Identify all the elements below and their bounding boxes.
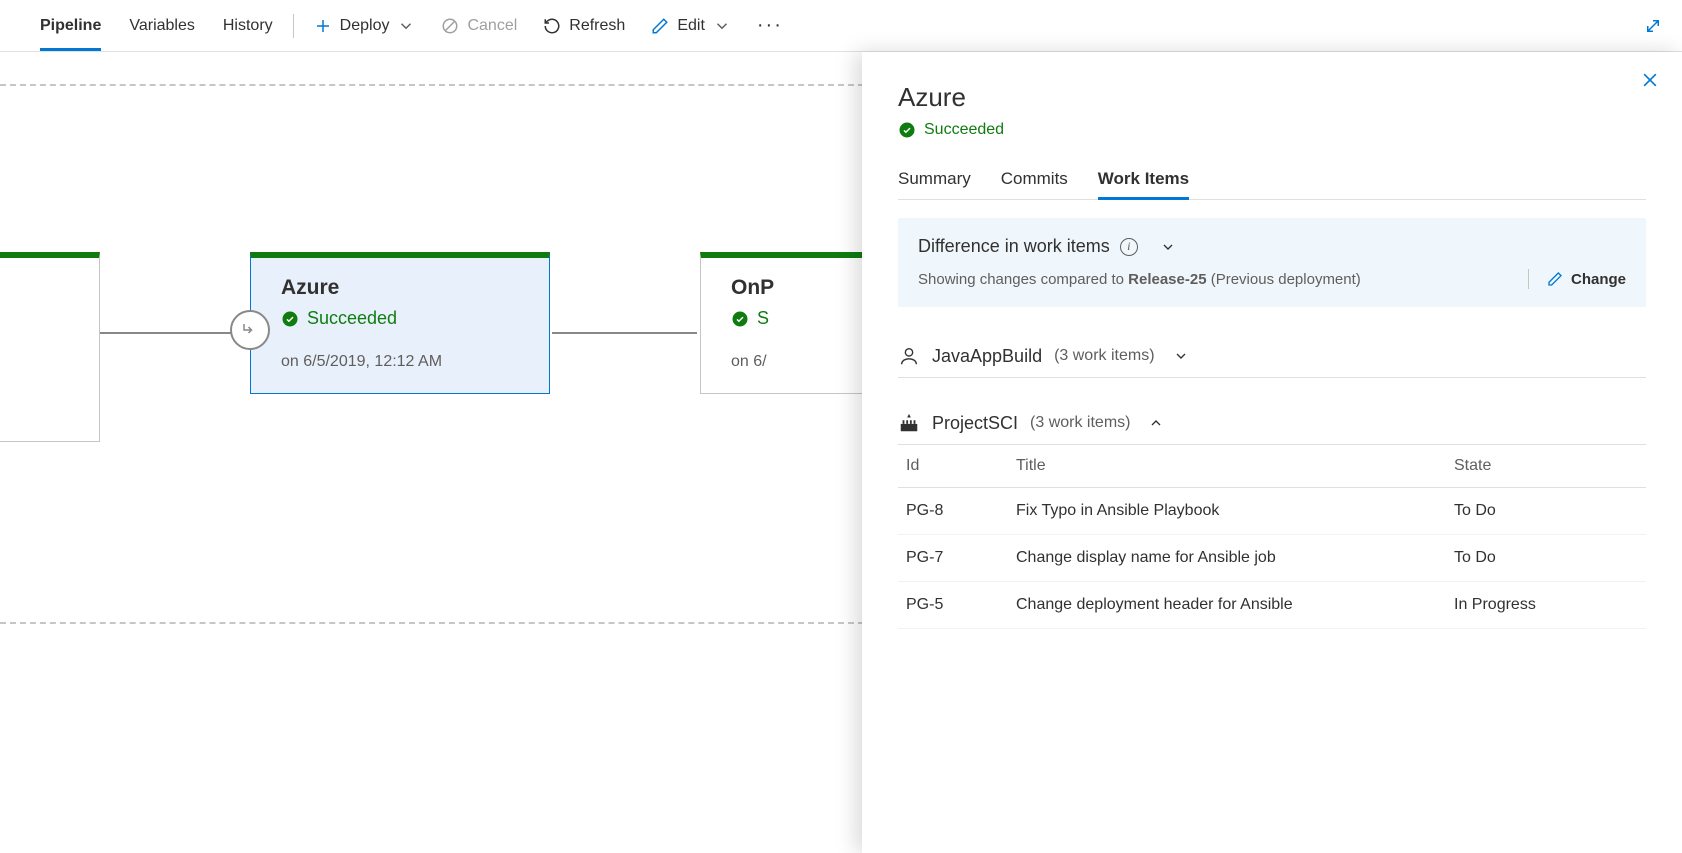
toolbar: Pipeline Variables History Deploy Cancel… — [0, 0, 1682, 52]
pencil-icon — [1547, 271, 1563, 287]
more-button[interactable]: ··· — [757, 14, 783, 37]
group-header[interactable]: JavaAppBuild (3 work items) — [898, 335, 1646, 378]
check-circle-icon — [731, 310, 749, 328]
panel-tab-workitems[interactable]: Work Items — [1098, 169, 1189, 199]
wi-id: PG-8 — [898, 488, 1008, 535]
wi-title: Fix Typo in Ansible Playbook — [1008, 488, 1446, 535]
wi-state: To Do — [1446, 535, 1646, 582]
table-header-row: Id Title State — [898, 445, 1646, 488]
wi-title: Change deployment header for Ansible — [1008, 582, 1446, 629]
enter-arrow-icon — [241, 321, 259, 339]
stage-status: Succeeded — [281, 308, 527, 329]
panel-status: Succeeded — [898, 121, 1646, 139]
panel-title: Azure — [898, 82, 1646, 113]
chevron-down-icon — [1160, 239, 1176, 255]
diff-suffix: (Previous deployment) — [1207, 271, 1361, 288]
close-icon — [1640, 70, 1660, 90]
toolbar-tabs: Pipeline Variables History — [40, 0, 273, 51]
edit-button[interactable]: Edit — [651, 17, 731, 35]
tab-history[interactable]: History — [223, 0, 273, 51]
ellipsis-icon: ··· — [757, 14, 783, 37]
edit-label: Edit — [677, 17, 705, 35]
stage-date: on 6/5/2019, 12:12 AM — [281, 353, 527, 371]
change-comparison-button[interactable]: Change — [1547, 271, 1626, 288]
workitem-group-projectsci: ProjectSCI (3 work items) Id Title State… — [898, 402, 1646, 629]
diff-sub-text: Showing changes compared to Release-25 (… — [918, 271, 1361, 288]
panel-tabs: Summary Commits Work Items — [898, 169, 1646, 200]
divider — [293, 14, 294, 38]
tab-pipeline[interactable]: Pipeline — [40, 0, 101, 51]
col-id[interactable]: Id — [898, 445, 1008, 488]
details-panel: Azure Succeeded Summary Commits Work Ite… — [862, 52, 1682, 853]
wi-state: To Do — [1446, 488, 1646, 535]
cancel-button: Cancel — [441, 17, 517, 35]
expand-icon — [1644, 17, 1662, 35]
connector-1 — [100, 332, 250, 334]
tab-variables[interactable]: Variables — [129, 0, 195, 51]
divider — [1528, 269, 1529, 289]
change-label: Change — [1571, 271, 1626, 288]
wi-state: In Progress — [1446, 582, 1646, 629]
chevron-down-icon — [397, 17, 415, 35]
close-button[interactable] — [1640, 70, 1660, 93]
group-name: ProjectSCI — [932, 413, 1018, 434]
wi-id: PG-5 — [898, 582, 1008, 629]
status-label: S — [757, 308, 769, 329]
diff-prefix: Showing changes compared to — [918, 271, 1128, 288]
table-row[interactable]: PG-5 Change deployment header for Ansibl… — [898, 582, 1646, 629]
chevron-down-icon — [1173, 348, 1189, 364]
avatar-icon — [898, 345, 920, 367]
check-circle-icon — [898, 121, 916, 139]
cancel-icon — [441, 17, 459, 35]
toolbar-actions: Deploy Cancel Refresh Edit ··· — [314, 14, 783, 37]
group-count: (3 work items) — [1054, 347, 1154, 365]
gate-icon[interactable] — [230, 310, 270, 350]
chevron-down-icon — [713, 17, 731, 35]
refresh-button[interactable]: Refresh — [543, 17, 625, 35]
table-row[interactable]: PG-8 Fix Typo in Ansible Playbook To Do — [898, 488, 1646, 535]
diff-header[interactable]: Difference in work items i — [918, 236, 1626, 257]
cancel-label: Cancel — [467, 17, 517, 35]
group-header[interactable]: ProjectSCI (3 work items) — [898, 402, 1646, 445]
info-icon: i — [1120, 238, 1138, 256]
plus-icon — [314, 17, 332, 35]
panel-status-label: Succeeded — [924, 121, 1004, 139]
panel-tab-commits[interactable]: Commits — [1001, 169, 1068, 199]
stage-card-left-partial[interactable]: M — [0, 252, 100, 442]
connector-2 — [552, 332, 697, 334]
deploy-label: Deploy — [340, 17, 390, 35]
workitem-group-javaappbuild: JavaAppBuild (3 work items) — [898, 335, 1646, 378]
table-row[interactable]: PG-7 Change display name for Ansible job… — [898, 535, 1646, 582]
diff-release: Release-25 — [1128, 271, 1206, 288]
col-title[interactable]: Title — [1008, 445, 1446, 488]
col-state[interactable]: State — [1446, 445, 1646, 488]
wi-title: Change display name for Ansible job — [1008, 535, 1446, 582]
pencil-icon — [651, 17, 669, 35]
fullscreen-button[interactable] — [1644, 17, 1662, 35]
wi-id: PG-7 — [898, 535, 1008, 582]
group-name: JavaAppBuild — [932, 346, 1042, 367]
diff-box: Difference in work items i Showing chang… — [898, 218, 1646, 307]
stage-card-azure[interactable]: Azure Succeeded on 6/5/2019, 12:12 AM — [250, 252, 550, 394]
stage-title: Azure — [281, 276, 527, 300]
status-label: Succeeded — [307, 308, 397, 329]
panel-tab-summary[interactable]: Summary — [898, 169, 971, 199]
deploy-button[interactable]: Deploy — [314, 17, 416, 35]
chevron-up-icon — [1148, 415, 1164, 431]
workitem-table: Id Title State PG-8 Fix Typo in Ansible … — [898, 445, 1646, 629]
check-circle-icon — [281, 310, 299, 328]
group-count: (3 work items) — [1030, 414, 1130, 432]
refresh-label: Refresh — [569, 17, 625, 35]
factory-icon — [898, 412, 920, 434]
diff-sub: Showing changes compared to Release-25 (… — [918, 269, 1626, 289]
diff-title: Difference in work items — [918, 236, 1110, 257]
refresh-icon — [543, 17, 561, 35]
toolbar-right — [1644, 17, 1662, 35]
